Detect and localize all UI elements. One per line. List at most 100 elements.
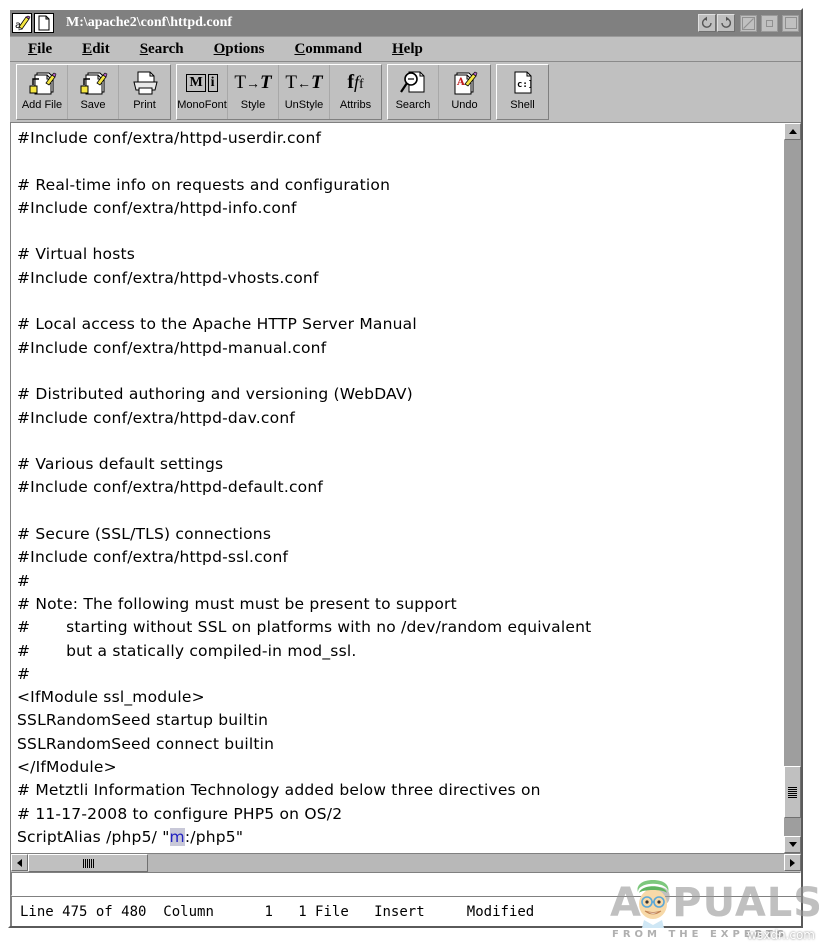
command-input[interactable] (11, 872, 801, 896)
code-line: # 11-17-2008 to configure PHP5 on OS/2 (17, 804, 343, 823)
code-line: </IfModule> (17, 758, 117, 777)
code-line: #Include conf/extra/httpd-dav.conf (17, 408, 296, 427)
status-column-value: 1 (264, 903, 273, 920)
shell-label: Shell (510, 99, 535, 111)
code-line: # (17, 664, 31, 683)
status-file-count: 1 File (298, 903, 349, 920)
style-label: Style (240, 99, 266, 111)
maximize-button[interactable] (782, 14, 799, 32)
monofont-label: MonoFont (177, 99, 227, 111)
unstyle-label: UnStyle (284, 99, 324, 111)
menu-item-command[interactable]: Command (294, 41, 362, 58)
horizontal-scroll-track[interactable] (148, 854, 784, 872)
menu-item-edit[interactable]: Edit (82, 41, 110, 58)
watermark-tagline: FROM THE EXPERTS (612, 929, 788, 940)
menu-label-help: elp (403, 40, 423, 57)
status-mode: Insert (374, 903, 425, 920)
vertical-scroll-thumb[interactable] (784, 766, 801, 818)
code-line: #Include conf/extra/httpd-userdir.conf (17, 129, 322, 147)
toolbar-group-format: Mi MonoFont T → T Style T ← T UnStyle fff (176, 64, 382, 120)
unstyle-button[interactable]: T ← T UnStyle (279, 65, 330, 119)
print-icon (130, 68, 160, 98)
horizontal-scroll-thumb[interactable] (28, 854, 148, 872)
editor-area: #Include conf/extra/httpd-userdir.conf #… (10, 122, 801, 926)
menu-label-options: ptions (225, 40, 265, 57)
monofont-button[interactable]: Mi MonoFont (177, 65, 228, 119)
vertical-scrollbar[interactable] (783, 123, 801, 853)
code-line: # Metztli Information Technology added b… (17, 781, 541, 800)
unstyle-icon: T ← T (285, 71, 323, 93)
scroll-up-arrow[interactable] (784, 123, 801, 140)
add-file-label: Add File (21, 99, 63, 111)
code-line: SSLRandomSeed connect builtin (17, 734, 275, 753)
code-line: # Distributed authoring and versioning (… (17, 385, 413, 404)
scroll-left-arrow[interactable] (11, 854, 28, 871)
status-state: Modified (466, 903, 535, 920)
menu-item-file[interactable]: File (28, 41, 52, 58)
code-line: # but a statically compiled-in mod_ssl. (17, 641, 357, 660)
menu-label-file: ile (37, 40, 53, 57)
search-icon (398, 68, 428, 98)
shell-button[interactable]: c:] Shell (497, 65, 548, 119)
style-button[interactable]: T → T Style (228, 65, 279, 119)
selection-suffix: :/php5" (184, 827, 244, 846)
title-bar: a M:\apache2\conf\httpd.conf (10, 10, 801, 37)
menu-item-help[interactable]: Help (392, 41, 423, 58)
shell-icon: c:] (508, 68, 538, 98)
code-line: #Include conf/extra/httpd-default.conf (17, 478, 324, 497)
code-line: <IfModule ssl_module> (17, 688, 205, 707)
code-line: SSLRandomSeed startup builtin (17, 711, 269, 730)
menu-label-search: earch (148, 40, 184, 57)
save-label: Save (80, 99, 106, 111)
menu-item-search[interactable]: Search (140, 41, 184, 58)
menu-label-edit: dit (92, 40, 110, 57)
text-selection[interactable]: m (169, 827, 185, 846)
new-document-icon[interactable] (34, 13, 54, 33)
undo-label: Undo (451, 99, 478, 111)
code-line: # Virtual hosts (17, 245, 136, 264)
save-button[interactable]: Save (68, 65, 119, 119)
code-line: #Include conf/extra/httpd-manual.conf (17, 338, 327, 357)
style-icon: T → T (234, 71, 272, 93)
minimize-button[interactable] (740, 14, 757, 32)
status-bar: Line 475 of 480 Column 1 1 File Insert M… (11, 896, 801, 926)
menu-accel-edit: E (82, 40, 93, 57)
attribs-button[interactable]: fff Attribs (330, 65, 381, 119)
rotate-left-icon[interactable] (698, 14, 716, 32)
toolbar-group-shell: c:] Shell (496, 64, 549, 120)
print-button[interactable]: Print (119, 65, 170, 119)
monofont-icon: Mi (185, 68, 218, 98)
undo-button[interactable]: A Undo (439, 65, 490, 119)
toolbar: Add File Save Print M i MonoFont T → T S… (10, 62, 801, 122)
scroll-right-arrow[interactable] (784, 854, 801, 871)
toolbar-group-edit: Search A Undo (387, 64, 491, 120)
add-file-icon (27, 68, 57, 98)
editor-window: a M:\apache2\conf\httpd.conf File Edit S… (8, 8, 803, 928)
editor-pencil-icon[interactable]: a (12, 13, 32, 33)
code-line: # starting without SSL on platforms with… (17, 618, 592, 637)
status-column-label: Column (163, 903, 214, 920)
rotate-right-icon[interactable] (717, 14, 735, 32)
text-editor[interactable]: #Include conf/extra/httpd-userdir.conf #… (11, 123, 783, 853)
menu-accel-options: O (213, 40, 226, 57)
add-file-button[interactable]: Add File (17, 65, 68, 119)
code-line: # Note: The following must must be prese… (17, 594, 457, 613)
menu-label-command: ommand (305, 40, 362, 57)
code-line: # Local access to the Apache HTTP Server… (17, 315, 417, 334)
menu-item-options[interactable]: Options (214, 41, 265, 58)
horizontal-scrollbar[interactable] (11, 853, 801, 872)
code-line: #Include conf/extra/httpd-info.conf (17, 198, 297, 217)
attribs-label: Attribs (339, 99, 372, 111)
code-line: AddType application/x-httpd-php .php (17, 849, 783, 853)
restore-button[interactable] (761, 14, 778, 32)
scroll-down-arrow[interactable] (784, 836, 801, 853)
search-button[interactable]: Search (388, 65, 439, 119)
window-title: M:\apache2\conf\httpd.conf (66, 15, 233, 30)
vertical-scroll-track[interactable] (784, 140, 801, 836)
code-line: # Real-time info on requests and configu… (17, 175, 391, 194)
undo-icon: A (450, 68, 480, 98)
